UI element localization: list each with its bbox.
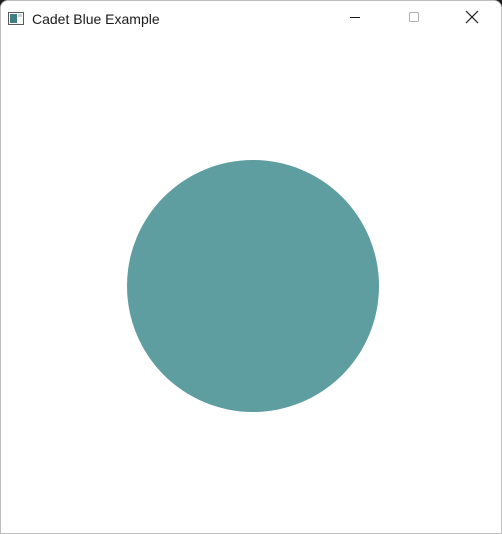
maximize-button[interactable] bbox=[385, 1, 443, 37]
app-window: Cadet Blue Example bbox=[0, 0, 502, 534]
minimize-icon bbox=[349, 10, 361, 28]
app-window-icon bbox=[8, 12, 24, 25]
close-icon bbox=[465, 10, 479, 29]
maximize-icon bbox=[408, 10, 420, 28]
minimize-button[interactable] bbox=[326, 1, 384, 37]
window-title: Cadet Blue Example bbox=[32, 11, 160, 27]
canvas-area bbox=[1, 37, 501, 533]
close-button[interactable] bbox=[443, 1, 501, 37]
title-bar[interactable]: Cadet Blue Example bbox=[1, 1, 501, 37]
cadet-blue-circle bbox=[127, 160, 379, 412]
